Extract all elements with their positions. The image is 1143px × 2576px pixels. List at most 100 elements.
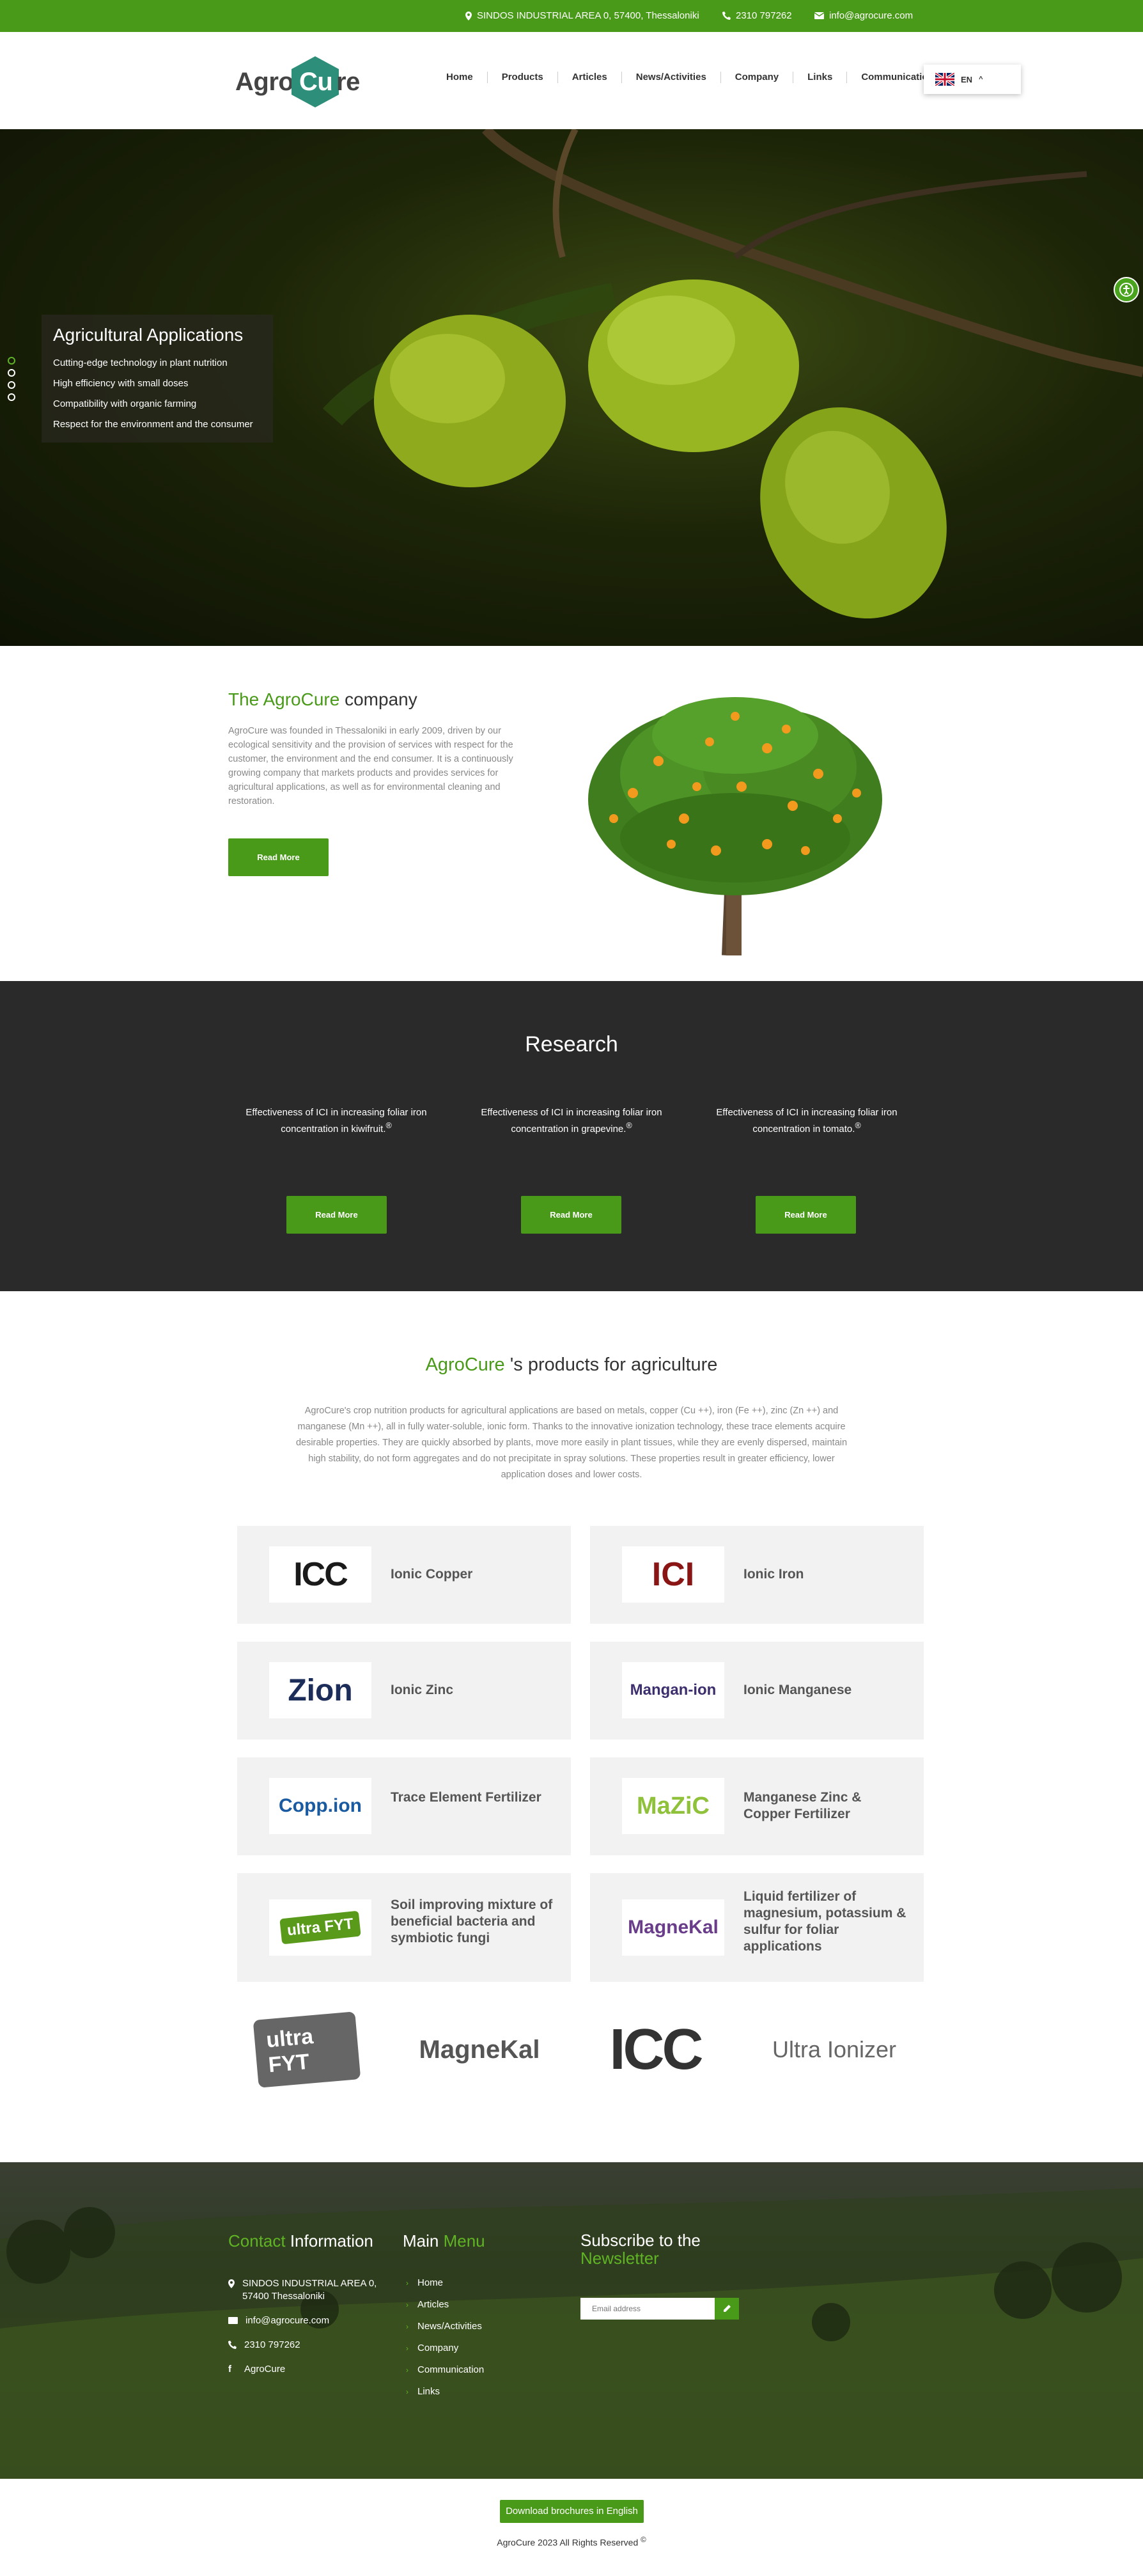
product-card-label: Soil improving mixture of beneficial bac… [391, 1897, 553, 1945]
nav-news[interactable]: News/Activities [622, 72, 721, 83]
footer-link-label[interactable]: Links [417, 2386, 440, 2397]
language-selector[interactable]: EN ^ [924, 65, 1021, 94]
envelope-icon [228, 2317, 238, 2324]
brand-ultra-ionizer[interactable]: Ultra Ionizer [754, 2011, 914, 2088]
product-card-ionic-zinc[interactable]: Zion Ionic Zinc [237, 1642, 571, 1740]
pencil-icon [724, 2305, 731, 2312]
footer-link-communication[interactable]: › Communication [406, 2364, 484, 2375]
facebook-icon: f [228, 2364, 231, 2375]
slider-dot-4[interactable] [8, 393, 15, 401]
chevron-right-icon: › [406, 2321, 408, 2331]
product-card-label: Liquid fertilizer of magnesium, potassiu… [743, 1889, 906, 1954]
product-card-trace-element[interactable]: Copp.ion Trace Element Fertilizer [237, 1757, 571, 1855]
nav-links[interactable]: Links [793, 72, 848, 83]
product-card-ultra-fyt[interactable]: ultra FYT Soil improving mixture of bene… [237, 1873, 571, 1982]
product-card-ionic-copper[interactable]: ICC Ionic Copper [237, 1526, 571, 1624]
nav-company[interactable]: Company [721, 72, 794, 83]
product-card-label: Ionic Copper [391, 1567, 473, 1582]
map-pin-icon [465, 11, 472, 20]
nav-articles[interactable]: Articles [558, 72, 622, 83]
magnekal-logo: MagneKal [622, 1899, 724, 1956]
company-read-more-button[interactable]: Read More [228, 838, 329, 876]
registered-mark: ® [385, 1121, 392, 1130]
footer-link-company[interactable]: › Company [406, 2343, 458, 2353]
topbar-email[interactable]: info@agrocure.com [814, 10, 913, 21]
copyright: AgroCure 2023 All Rights Reserved © [0, 2536, 1143, 2548]
hero-caption: Agricultural Applications Cutting-edge t… [42, 315, 273, 443]
registered-mark: ® [855, 1121, 861, 1130]
footer-menu-white: Main [403, 2231, 439, 2250]
topbar-phone-text[interactable]: 2310 797262 [736, 10, 792, 21]
footer-link-home[interactable]: › Home [406, 2277, 443, 2288]
hero-bullet: Cutting-edge technology in plant nutriti… [53, 357, 228, 368]
research-section: Research Effectiveness of ICI in increas… [0, 981, 1143, 1291]
download-brochure-button[interactable]: Download brochures in English [500, 2500, 644, 2523]
company-heading-rest: company [339, 689, 417, 709]
copyright-text: AgroCure 2023 All Rights Reserved [497, 2537, 639, 2548]
research-read-more-button[interactable]: Read More [286, 1196, 387, 1234]
footer-link-label[interactable]: Communication [417, 2364, 484, 2375]
research-read-more-button[interactable]: Read More [521, 1196, 621, 1234]
footer-contact-rest: Information [285, 2231, 373, 2250]
slider-dot-1[interactable] [8, 357, 15, 365]
hero-bullet: Compatibility with organic farming [53, 398, 197, 409]
brand-magnekal[interactable]: MagneKal [403, 2011, 556, 2088]
agrocure-logo[interactable]: Agro Cu re [235, 56, 363, 107]
footer-phone-text[interactable]: 2310 797262 [244, 2339, 300, 2352]
envelope-icon [814, 12, 824, 19]
logo-text-cu: Cu [299, 68, 333, 96]
footer-newsletter-heading: Subscribe to the Newsletter [580, 2231, 701, 2267]
footer-facebook-text[interactable]: AgroCure [244, 2363, 285, 2376]
products-heading: AgroCure 's products for agriculture [0, 1355, 1143, 1376]
topbar-phone[interactable]: 2310 797262 [722, 10, 792, 21]
language-label: EN [961, 74, 973, 84]
footer-link-label[interactable]: News/Activities [417, 2321, 482, 2332]
footer-facebook[interactable]: f AgroCure [228, 2363, 285, 2376]
accessibility-icon[interactable] [1114, 277, 1139, 302]
copyright-mark: © [641, 2536, 646, 2544]
footer-phone[interactable]: 2310 797262 [228, 2339, 300, 2352]
mangan-ion-logo: Mangan-ion [622, 1662, 724, 1718]
topbar-email-text[interactable]: info@agrocure.com [829, 10, 913, 21]
hero-bullet: High efficiency with small doses [53, 378, 189, 389]
nav-products[interactable]: Products [488, 72, 558, 83]
magnekal-logo-text: MagneKal [628, 1917, 719, 1938]
brand-icc-text: ICC [609, 2017, 704, 2082]
hero-bullet: Respect for the environment and the cons… [53, 419, 253, 430]
footer-menu-green: Menu [439, 2231, 485, 2250]
footer-link-label[interactable]: Home [417, 2277, 443, 2288]
footer-link-label[interactable]: Articles [417, 2299, 449, 2310]
product-card-magnekal[interactable]: MagneKal Liquid fertilizer of magnesium,… [590, 1873, 924, 1982]
mazic-logo: MaZiC [622, 1778, 724, 1834]
research-read-more-button[interactable]: Read More [756, 1196, 856, 1234]
chevron-right-icon: › [406, 2300, 408, 2309]
brand-ultra-fyt[interactable]: ultra FYT [253, 2011, 361, 2088]
chevron-right-icon: › [406, 2343, 408, 2353]
footer-link-links[interactable]: › Links [406, 2386, 440, 2397]
ici-logo-text: ICI [651, 1556, 695, 1593]
site-footer: Contact Information SINDOS INDUSTRIAL AR… [0, 2162, 1143, 2479]
product-card-mazic[interactable]: MaZiC Manganese Zinc & Copper Fertilizer [590, 1757, 924, 1855]
footer-email[interactable]: info@agrocure.com [228, 2314, 329, 2327]
hero-bullets: Cutting-edge technology in plant nutriti… [53, 353, 261, 435]
research-item-grapevine: Effectiveness of ICI in increasing folia… [469, 1106, 674, 1136]
slider-dot-3[interactable] [8, 381, 15, 389]
footer-link-label[interactable]: Company [417, 2343, 458, 2353]
footer-email-text[interactable]: info@agrocure.com [245, 2314, 329, 2327]
newsletter-email-input[interactable] [580, 2298, 715, 2320]
brand-ultra-fyt-text: ultra FYT [253, 2011, 361, 2088]
newsletter-submit-button[interactable] [715, 2298, 739, 2320]
company-heading: The AgroCure company [228, 689, 417, 710]
hero-slider: Agricultural Applications Cutting-edge t… [0, 129, 1143, 646]
brand-icc[interactable]: ICC [582, 2011, 729, 2088]
footer-link-articles[interactable]: › Articles [406, 2299, 449, 2310]
product-card-ionic-manganese[interactable]: Mangan-ion Ionic Manganese [590, 1642, 924, 1740]
slider-dot-2[interactable] [8, 369, 15, 377]
logo-text-re: re [336, 68, 360, 96]
top-contact-bar: SINDOS INDUSTRIAL AREA 0, 57400, Thessal… [0, 0, 1143, 32]
uk-flag-icon [935, 73, 954, 86]
chevron-right-icon: › [406, 2278, 408, 2288]
product-card-ionic-iron[interactable]: ICI Ionic Iron [590, 1526, 924, 1624]
footer-link-news[interactable]: › News/Activities [406, 2321, 482, 2332]
nav-home[interactable]: Home [432, 72, 488, 83]
